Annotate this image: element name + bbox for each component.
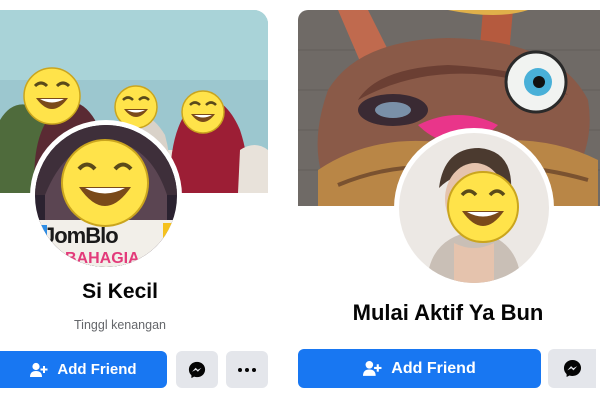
message-button[interactable] bbox=[548, 349, 596, 388]
profile-name[interactable]: Si Kecil bbox=[0, 280, 240, 304]
svg-text:BAHAGIA: BAHAGIA bbox=[65, 250, 140, 267]
laughing-emoji-sticker bbox=[447, 171, 519, 243]
add-friend-label: Add Friend bbox=[57, 361, 137, 378]
friend-card-si-kecil[interactable]: JomBlo BAHAGIA Si Kecil Tinggl kenangan … bbox=[0, 0, 272, 400]
message-button[interactable] bbox=[176, 351, 218, 388]
add-friend-button[interactable]: Add Friend bbox=[0, 351, 167, 388]
add-friend-label: Add Friend bbox=[391, 359, 476, 377]
more-options-button[interactable] bbox=[226, 351, 268, 388]
friend-card-mulai-aktif[interactable]: Mulai Aktif Ya Bun Add Friend bbox=[298, 0, 600, 400]
profile-picture[interactable] bbox=[394, 128, 554, 288]
laughing-emoji-sticker bbox=[23, 67, 81, 125]
profile-picture-image bbox=[399, 133, 549, 283]
messenger-icon bbox=[188, 361, 206, 378]
profile-name[interactable]: Mulai Aktif Ya Bun bbox=[298, 300, 598, 326]
profile-picture[interactable]: JomBlo BAHAGIA bbox=[30, 120, 182, 272]
messenger-icon bbox=[563, 359, 581, 378]
add-friend-icon bbox=[363, 361, 382, 376]
laughing-emoji-sticker bbox=[181, 90, 225, 134]
laughing-emoji-sticker bbox=[61, 139, 149, 227]
add-friend-icon bbox=[30, 362, 48, 377]
more-dots-icon bbox=[238, 367, 256, 372]
friend-suggestions: JomBlo BAHAGIA Si Kecil Tinggl kenangan … bbox=[0, 0, 600, 400]
profile-subtitle: Tinggl kenangan bbox=[74, 318, 166, 332]
add-friend-button[interactable]: Add Friend bbox=[298, 349, 541, 388]
profile-picture-image: JomBlo BAHAGIA bbox=[35, 125, 177, 267]
